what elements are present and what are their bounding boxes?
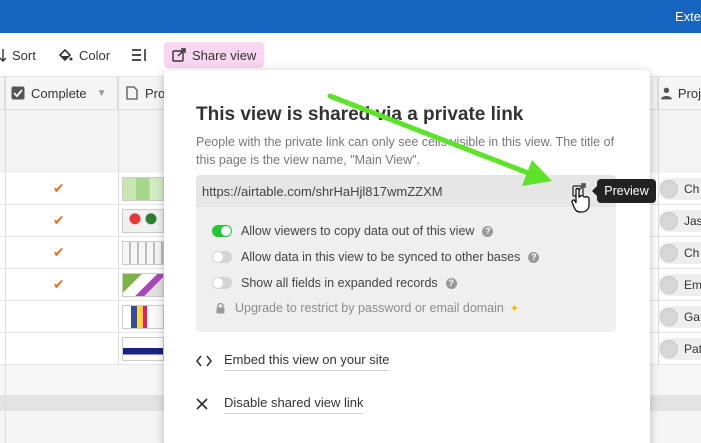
person-name: Jas (684, 214, 701, 228)
attachment-field-icon (126, 86, 138, 100)
avatar (660, 340, 678, 358)
embed-view-action[interactable]: Embed this view on your site (196, 350, 390, 372)
option-allow-sync[interactable]: Allow data in this view to be synced to … (212, 248, 540, 266)
column-header-person[interactable]: Proj (658, 77, 701, 110)
avatar (660, 212, 678, 230)
option-label: Allow viewers to copy data out of this v… (241, 224, 475, 238)
avatar (660, 180, 678, 198)
share-view-button[interactable]: Share view (164, 42, 265, 68)
help-icon[interactable]: ? (482, 225, 494, 237)
column-header-complete[interactable]: Complete ▼ (5, 77, 118, 110)
option-allow-copy[interactable]: Allow viewers to copy data out of this v… (212, 222, 494, 240)
tooltip-label: Preview (604, 184, 649, 198)
sparkle-icon: ✦ (509, 302, 520, 315)
attachment-thumbnail[interactable] (122, 337, 164, 361)
user-field-icon (661, 87, 672, 100)
toggle-switch[interactable] (212, 225, 232, 237)
chevron-down-icon[interactable]: ▼ (97, 88, 107, 99)
share-view-popover: This view is shared via a private link P… (164, 70, 650, 443)
top-bar: Exte (0, 0, 701, 33)
person-name: Pat (684, 342, 701, 356)
sort-label: Sort (12, 47, 36, 63)
person-pill[interactable]: Jas (658, 210, 701, 232)
upgrade-label: Upgrade to restrict by password or email… (235, 301, 504, 315)
popover-description: People with the private link can only se… (196, 135, 615, 167)
preview-tooltip: Preview (592, 179, 656, 203)
disable-shared-link-label: Disable shared view link (224, 395, 364, 414)
person-name: Ga (684, 310, 701, 324)
avatar (660, 276, 678, 294)
close-icon (196, 398, 208, 410)
attachment-thumbnail[interactable] (122, 305, 164, 329)
sort-button[interactable]: Sort (0, 42, 36, 68)
attachment-thumbnail[interactable] (122, 273, 164, 297)
share-url[interactable]: https://airtable.com/shrHaHjl817wmZZXM (202, 184, 443, 199)
help-icon[interactable]: ? (445, 277, 457, 289)
avatar (660, 308, 678, 326)
row-height-icon (132, 49, 146, 61)
person-name: Ch (684, 246, 700, 260)
checkmark-icon[interactable]: ✔ (53, 276, 65, 293)
checkmark-icon[interactable]: ✔ (53, 180, 65, 197)
option-label: Allow data in this view to be synced to … (241, 250, 521, 264)
option-show-all-fields[interactable]: Show all fields in expanded records ? (212, 274, 457, 292)
extensions-label[interactable]: Exte (675, 9, 701, 24)
column-divider (658, 77, 659, 365)
attachment-thumbnail[interactable] (122, 177, 164, 201)
sort-icon (0, 49, 6, 62)
person-pill[interactable]: Ga (658, 306, 701, 328)
person-pill[interactable]: Em (658, 274, 701, 296)
share-view-label: Share view (192, 47, 257, 63)
person-pill[interactable]: Ch (658, 178, 701, 200)
share-link-panel: https://airtable.com/shrHaHjl817wmZZXM A… (196, 175, 616, 332)
person-pill[interactable]: Ch (658, 242, 701, 264)
paint-bucket-icon (58, 48, 73, 62)
toggle-switch[interactable] (212, 277, 232, 289)
checkbox-field-icon (11, 86, 25, 100)
open-external-icon[interactable] (572, 183, 586, 202)
share-icon (172, 48, 186, 62)
color-button[interactable]: Color (57, 42, 110, 68)
column-label-complete: Complete (31, 85, 87, 101)
checkmark-icon[interactable]: ✔ (53, 212, 65, 229)
attachment-thumbnail[interactable] (122, 241, 164, 265)
attachment-thumbnail[interactable] (122, 209, 164, 233)
embed-view-label: Embed this view on your site (224, 352, 390, 371)
column-label-person: Proj (677, 85, 701, 101)
avatar (660, 244, 678, 262)
disable-shared-link-action[interactable]: Disable shared view link (196, 393, 364, 415)
popover-title: This view is shared via a private link (196, 104, 524, 125)
person-pill[interactable]: Pat (658, 338, 701, 360)
row-height-button[interactable] (131, 42, 153, 68)
code-icon (196, 355, 212, 367)
help-icon[interactable]: ? (528, 251, 540, 263)
lock-icon (216, 302, 225, 313)
column-divider (118, 77, 119, 365)
option-label: Show all fields in expanded records (241, 276, 438, 290)
column-divider (5, 77, 6, 443)
person-name: Em (684, 278, 701, 292)
person-name: Ch (684, 182, 700, 196)
toggle-switch[interactable] (212, 251, 232, 263)
color-label: Color (79, 47, 111, 63)
checkmark-icon[interactable]: ✔ (53, 244, 65, 261)
upgrade-restrict-option[interactable]: Upgrade to restrict by password or email… (216, 299, 519, 317)
share-url-row[interactable]: https://airtable.com/shrHaHjl817wmZZXM (196, 175, 616, 207)
